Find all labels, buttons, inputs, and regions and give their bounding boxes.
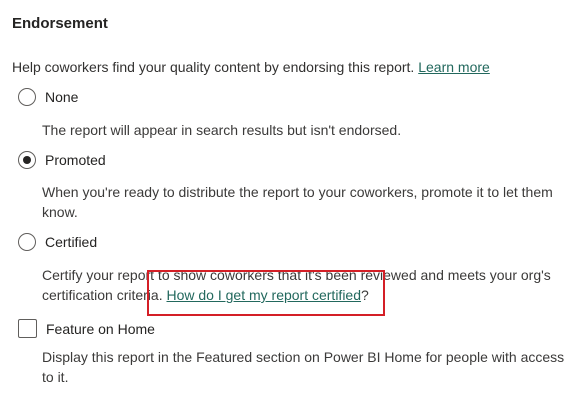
radio-none-label: None <box>45 89 79 105</box>
radio-none-circle[interactable] <box>18 88 36 106</box>
radio-promoted-circle[interactable] <box>18 151 36 169</box>
certified-description-block: Certify your report to show coworkers th… <box>42 265 570 305</box>
learn-more-link[interactable]: Learn more <box>418 59 490 75</box>
radio-option-promoted[interactable]: Promoted <box>18 151 106 169</box>
feature-on-home-checkbox-row[interactable]: Feature on Home <box>18 319 155 338</box>
intro-text: Help coworkers find your quality content… <box>12 59 419 75</box>
promoted-description: When you're ready to distribute the repo… <box>42 184 553 220</box>
intro-text-line: Help coworkers find your quality content… <box>12 59 490 75</box>
radio-option-none[interactable]: None <box>18 88 78 106</box>
none-description: The report will appear in search results… <box>42 122 402 138</box>
radio-promoted-label: Promoted <box>45 152 106 168</box>
radio-option-certified[interactable]: Certified <box>18 233 97 251</box>
feature-on-home-label: Feature on Home <box>46 320 155 337</box>
radio-certified-label: Certified <box>45 234 98 250</box>
radio-certified-circle[interactable] <box>18 233 36 251</box>
feature-on-home-description: Display this report in the Featured sect… <box>42 349 565 385</box>
certification-help-suffix: ? <box>361 287 369 303</box>
feature-on-home-checkbox[interactable] <box>18 319 37 338</box>
section-title: Endorsement <box>12 15 108 32</box>
certification-help-link[interactable]: How do I get my report certified <box>166 287 361 303</box>
